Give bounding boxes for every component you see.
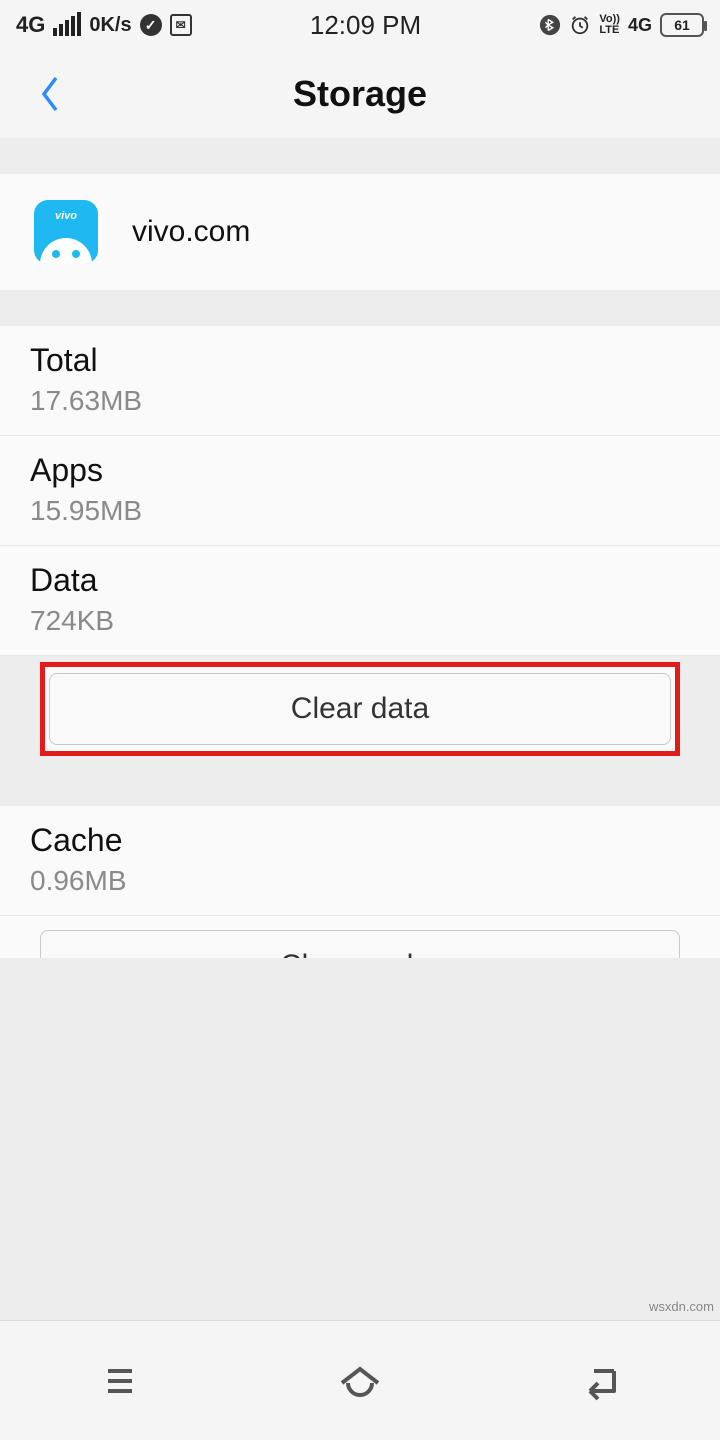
status-right: Vo)) LTE 4G 61 (539, 13, 704, 37)
status-time: 12:09 PM (192, 10, 540, 41)
volte-icon: Vo)) LTE (599, 14, 620, 36)
header: Storage (0, 50, 720, 138)
status-bar: 4G 0K/s ✓ ✉ 12:09 PM Vo)) LTE 4G 61 (0, 0, 720, 50)
bluetooth-icon (539, 14, 561, 36)
dnd-icon: ✓ (140, 14, 162, 36)
section-gap (0, 770, 720, 806)
back-button[interactable] (30, 70, 70, 118)
navigation-bar (0, 1320, 720, 1440)
row-label: Cache (30, 822, 690, 859)
row-label: Total (30, 342, 690, 379)
status-left: 4G 0K/s ✓ ✉ (16, 12, 192, 38)
watermark: wsxdn.com (649, 1299, 714, 1314)
row-value: 0.96MB (30, 865, 690, 897)
app-row: vivo vivo.com (0, 174, 720, 290)
page-title: Storage (0, 73, 720, 115)
row-value: 724KB (30, 605, 690, 637)
row-data: Data 724KB (0, 546, 720, 656)
storage-list: Total 17.63MB Apps 15.95MB Data 724KB (0, 326, 720, 656)
row-apps: Apps 15.95MB (0, 436, 720, 546)
menu-icon (100, 1361, 140, 1401)
back-nav-button[interactable] (564, 1345, 636, 1417)
row-label: Apps (30, 452, 690, 489)
row-total: Total 17.63MB (0, 326, 720, 436)
clear-data-highlight: Clear data (40, 662, 680, 756)
alarm-icon (569, 14, 591, 36)
row-cache: Cache 0.96MB (0, 806, 720, 916)
app-name: vivo.com (132, 215, 250, 249)
row-label: Data (30, 562, 690, 599)
back-icon (578, 1361, 622, 1401)
mail-icon: ✉ (170, 14, 192, 36)
chevron-left-icon (36, 72, 64, 116)
network-type: 4G (16, 12, 45, 38)
row-value: 15.95MB (30, 495, 690, 527)
battery-icon: 61 (660, 13, 704, 37)
app-icon: vivo (34, 200, 98, 264)
app-brand: vivo (55, 210, 77, 222)
data-speed: 0K/s (89, 14, 131, 37)
section-gap (0, 290, 720, 326)
row-value: 17.63MB (30, 385, 690, 417)
recents-button[interactable] (84, 1345, 156, 1417)
section-gap (0, 138, 720, 174)
clear-data-button[interactable]: Clear data (49, 673, 671, 745)
empty-area (0, 958, 720, 1320)
network-4g-icon: 4G (628, 15, 652, 36)
cache-list: Cache 0.96MB (0, 806, 720, 916)
app-section: vivo vivo.com (0, 174, 720, 290)
home-button[interactable] (324, 1345, 396, 1417)
home-icon (336, 1361, 384, 1401)
signal-icon (53, 14, 81, 36)
